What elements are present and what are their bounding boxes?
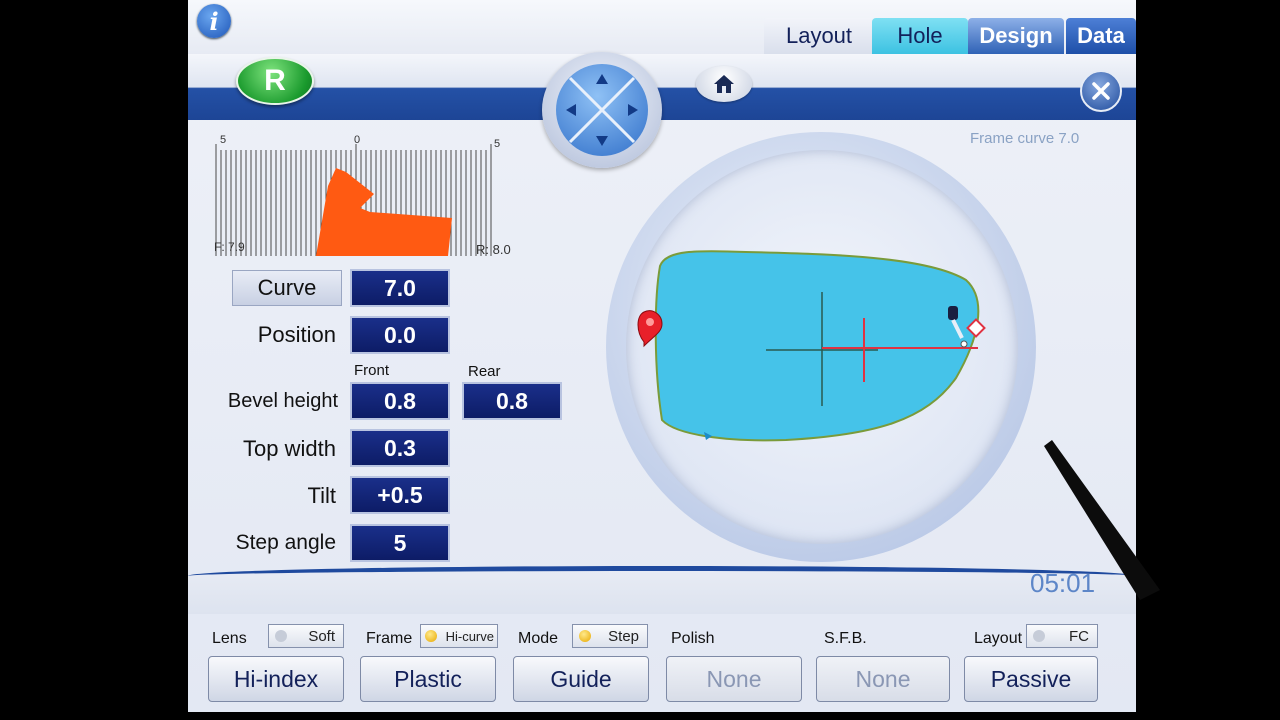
- toggle-label: Hi-curve: [445, 628, 494, 644]
- arrow-left-icon: [566, 104, 576, 116]
- toggle-label: Soft: [308, 627, 335, 645]
- lens-shape-view[interactable]: [626, 150, 1018, 544]
- footer-bar: [188, 566, 1136, 614]
- front-header: Front: [354, 362, 390, 379]
- indicator-icon: [579, 630, 591, 642]
- bevel-profile-graph: 5 0 5 F: 7.9 R: 8.0: [212, 134, 512, 260]
- rear-curve-label: R: 8.0: [476, 242, 511, 257]
- frame-option-label: Frame: [366, 630, 413, 647]
- close-button[interactable]: [1080, 70, 1122, 112]
- right-lens-button[interactable]: R: [236, 57, 314, 105]
- tab-layout[interactable]: Layout: [764, 18, 874, 54]
- info-icon[interactable]: i: [197, 4, 231, 38]
- curve-button[interactable]: Curve: [232, 270, 342, 306]
- frame-curve-readout: Frame curve 7.0: [970, 130, 1080, 147]
- bevel-height-rear-value[interactable]: 0.8: [462, 382, 562, 420]
- tab-data[interactable]: Data: [1066, 18, 1136, 54]
- edger-screen: i Layout Hole Design Data R 5 0 5 F: 7.9…: [188, 0, 1136, 712]
- arrow-right-icon: [628, 104, 638, 116]
- arrow-up-icon: [596, 74, 608, 84]
- layout-option-label: Layout: [974, 630, 1023, 647]
- toggle-label: Step: [608, 627, 639, 645]
- position-label: Position: [257, 322, 336, 347]
- tilt-value[interactable]: +0.5: [350, 476, 450, 514]
- lens-type-button[interactable]: Hi-index: [208, 656, 344, 702]
- indicator-icon: [1033, 630, 1045, 642]
- frame-type-button[interactable]: Plastic: [360, 656, 496, 702]
- lens-soft-toggle[interactable]: Soft: [268, 624, 344, 648]
- tab-design[interactable]: Design: [968, 18, 1064, 54]
- profile-bars: [215, 144, 492, 256]
- close-icon: [1092, 82, 1110, 100]
- direction-arrows-icon: [566, 74, 638, 146]
- front-curve-label: F: 7.9: [214, 240, 245, 254]
- bevel-height-front-value[interactable]: 0.8: [350, 382, 450, 420]
- layout-fc-toggle[interactable]: FC: [1026, 624, 1098, 648]
- direction-pad-center: [556, 64, 648, 156]
- mode-option-label: Mode: [518, 630, 559, 647]
- lens-shape: [654, 250, 980, 442]
- frame-hicurve-toggle[interactable]: Hi-curve: [420, 624, 498, 648]
- top-width-value[interactable]: 0.3: [350, 429, 450, 467]
- tilt-label: Tilt: [307, 483, 336, 508]
- sfb-option-label: S.F.B.: [824, 630, 867, 647]
- step-angle-value[interactable]: 5: [350, 524, 450, 562]
- lens-option-label: Lens: [212, 630, 247, 647]
- indicator-icon: [275, 630, 287, 642]
- mode-step-toggle[interactable]: Step: [572, 624, 648, 648]
- home-button[interactable]: [696, 66, 752, 102]
- mode-button[interactable]: Guide: [513, 656, 649, 702]
- toggle-label: FC: [1069, 627, 1089, 645]
- polish-option-label: Polish: [671, 630, 715, 647]
- top-width-label: Top width: [243, 436, 336, 461]
- arrow-down-icon: [596, 136, 608, 146]
- clock: 05:01: [1030, 568, 1096, 598]
- bevel-profile-shape: [316, 168, 452, 256]
- step-angle-label: Step angle: [235, 531, 336, 554]
- indicator-icon: [425, 630, 437, 642]
- position-value[interactable]: 0.0: [350, 316, 450, 354]
- sfb-button[interactable]: None: [816, 656, 950, 702]
- header-band: [188, 54, 1136, 120]
- polish-button[interactable]: None: [666, 656, 802, 702]
- layout-mode-button[interactable]: Passive: [964, 656, 1098, 702]
- home-icon: [714, 75, 734, 93]
- bevel-height-label: Bevel height: [227, 390, 338, 412]
- rear-header: Rear: [468, 363, 501, 380]
- curve-value[interactable]: 7.0: [350, 269, 450, 307]
- tab-hole[interactable]: Hole: [872, 18, 968, 54]
